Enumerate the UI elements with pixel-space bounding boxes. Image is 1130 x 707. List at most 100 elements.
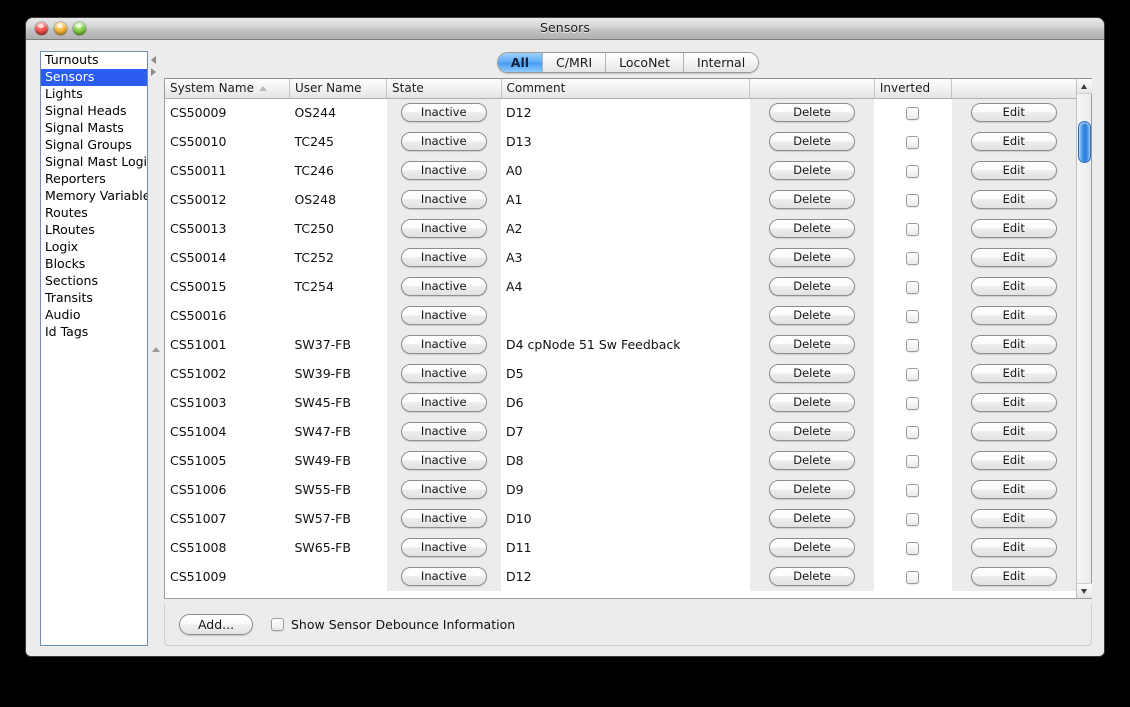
sidebar-item-id-tags[interactable]: Id Tags (41, 324, 147, 341)
state-button[interactable]: Inactive (401, 103, 487, 122)
inverted-checkbox[interactable] (906, 542, 919, 555)
state-button[interactable]: Inactive (401, 422, 487, 441)
state-button[interactable]: Inactive (401, 567, 487, 586)
table-row[interactable]: CS51001SW37-FBInactiveD4 cpNode 51 Sw Fe… (165, 330, 1076, 359)
scroll-up-arrow-icon[interactable] (1077, 79, 1092, 94)
sidebar-item-signal-mast-logic[interactable]: Signal Mast Logic (41, 154, 147, 171)
delete-button[interactable]: Delete (769, 538, 855, 557)
collapse-left-icon[interactable] (151, 56, 156, 64)
table-row[interactable]: CS51005SW49-FBInactiveD8DeleteEdit (165, 446, 1076, 475)
inverted-checkbox[interactable] (906, 571, 919, 584)
expand-right-icon[interactable] (151, 68, 156, 76)
edit-button[interactable]: Edit (971, 219, 1057, 238)
table-row[interactable]: CS50014TC252InactiveA3DeleteEdit (165, 243, 1076, 272)
sidebar-item-sections[interactable]: Sections (41, 273, 147, 290)
delete-button[interactable]: Delete (769, 480, 855, 499)
state-button[interactable]: Inactive (401, 451, 487, 470)
inverted-checkbox[interactable] (906, 397, 919, 410)
state-button[interactable]: Inactive (401, 364, 487, 383)
state-button[interactable]: Inactive (401, 393, 487, 412)
state-button[interactable]: Inactive (401, 219, 487, 238)
table-row[interactable]: CS50009OS244InactiveD12DeleteEdit (165, 98, 1076, 127)
sidebar-item-memory-variables[interactable]: Memory Variables (41, 188, 147, 205)
inverted-checkbox[interactable] (906, 165, 919, 178)
tab-loconet[interactable]: LocoNet (606, 53, 684, 72)
table-row[interactable]: CS51003SW45-FBInactiveD6DeleteEdit (165, 388, 1076, 417)
inverted-checkbox[interactable] (906, 484, 919, 497)
inverted-checkbox[interactable] (906, 281, 919, 294)
table-row[interactable]: CS50016InactiveDeleteEdit (165, 301, 1076, 330)
sidebar-list[interactable]: TurnoutsSensorsLightsSignal HeadsSignal … (40, 51, 148, 646)
minimize-button[interactable] (54, 22, 67, 35)
window-titlebar[interactable]: Sensors (26, 18, 1104, 40)
inverted-checkbox[interactable] (906, 223, 919, 236)
table-row[interactable]: CS51009InactiveD12DeleteEdit (165, 562, 1076, 591)
delete-button[interactable]: Delete (769, 509, 855, 528)
delete-button[interactable]: Delete (769, 277, 855, 296)
inverted-checkbox[interactable] (906, 310, 919, 323)
table-row[interactable]: CS50015TC254InactiveA4DeleteEdit (165, 272, 1076, 301)
delete-button[interactable]: Delete (769, 335, 855, 354)
state-button[interactable]: Inactive (401, 161, 487, 180)
edit-button[interactable]: Edit (971, 132, 1057, 151)
inverted-checkbox[interactable] (906, 339, 919, 352)
sidebar-item-routes[interactable]: Routes (41, 205, 147, 222)
sidebar-item-turnouts[interactable]: Turnouts (41, 52, 147, 69)
close-button[interactable] (35, 22, 48, 35)
table-row[interactable]: CS50010TC245InactiveD13DeleteEdit (165, 127, 1076, 156)
inverted-checkbox[interactable] (906, 426, 919, 439)
sidebar-item-lights[interactable]: Lights (41, 86, 147, 103)
scrollbar-thumb[interactable] (1078, 121, 1091, 163)
table-row[interactable]: CS51007SW57-FBInactiveD10DeleteEdit (165, 504, 1076, 533)
edit-button[interactable]: Edit (971, 538, 1057, 557)
delete-button[interactable]: Delete (769, 161, 855, 180)
delete-button[interactable]: Delete (769, 103, 855, 122)
tab-all[interactable]: All (498, 53, 543, 72)
scroll-down-arrow-icon[interactable] (1077, 583, 1092, 598)
sidebar-item-logix[interactable]: Logix (41, 239, 147, 256)
inverted-checkbox[interactable] (906, 252, 919, 265)
column-header-system_name[interactable]: System Name (165, 79, 289, 98)
edit-button[interactable]: Edit (971, 393, 1057, 412)
delete-button[interactable]: Delete (769, 364, 855, 383)
table-row[interactable]: CS50012OS248InactiveA1DeleteEdit (165, 185, 1076, 214)
table-row[interactable]: CS51004SW47-FBInactiveD7DeleteEdit (165, 417, 1076, 446)
delete-button[interactable]: Delete (769, 567, 855, 586)
tab-c-mri[interactable]: C/MRI (543, 53, 606, 72)
inverted-checkbox[interactable] (906, 194, 919, 207)
sidebar-item-audio[interactable]: Audio (41, 307, 147, 324)
edit-button[interactable]: Edit (971, 248, 1057, 267)
vertical-scrollbar[interactable] (1076, 79, 1091, 598)
delete-button[interactable]: Delete (769, 190, 855, 209)
sidebar-item-lroutes[interactable]: LRoutes (41, 222, 147, 239)
add-button[interactable]: Add... (179, 614, 253, 635)
tab-internal[interactable]: Internal (684, 53, 758, 72)
state-button[interactable]: Inactive (401, 509, 487, 528)
sidebar-item-signal-heads[interactable]: Signal Heads (41, 103, 147, 120)
inverted-checkbox[interactable] (906, 368, 919, 381)
sidebar-item-signal-masts[interactable]: Signal Masts (41, 120, 147, 137)
edit-button[interactable]: Edit (971, 509, 1057, 528)
sidebar-item-signal-groups[interactable]: Signal Groups (41, 137, 147, 154)
sidebar-item-sensors[interactable]: Sensors (41, 69, 147, 86)
edit-button[interactable]: Edit (971, 364, 1057, 383)
show-debounce-row[interactable]: Show Sensor Debounce Information (271, 617, 515, 632)
split-pane-divider[interactable] (148, 51, 164, 646)
table-row[interactable]: CS51006SW55-FBInactiveD9DeleteEdit (165, 475, 1076, 504)
table-row[interactable]: CS50013TC250InactiveA2DeleteEdit (165, 214, 1076, 243)
state-button[interactable]: Inactive (401, 480, 487, 499)
column-header-comment[interactable]: Comment (501, 79, 750, 98)
edit-button[interactable]: Edit (971, 277, 1057, 296)
column-header-user_name[interactable]: User Name (289, 79, 386, 98)
delete-button[interactable]: Delete (769, 248, 855, 267)
column-header-state[interactable]: State (387, 79, 501, 98)
state-button[interactable]: Inactive (401, 277, 487, 296)
edit-button[interactable]: Edit (971, 190, 1057, 209)
sidebar-item-blocks[interactable]: Blocks (41, 256, 147, 273)
delete-button[interactable]: Delete (769, 422, 855, 441)
edit-button[interactable]: Edit (971, 335, 1057, 354)
state-button[interactable]: Inactive (401, 190, 487, 209)
delete-button[interactable]: Delete (769, 306, 855, 325)
zoom-button[interactable] (73, 22, 86, 35)
inverted-checkbox[interactable] (906, 107, 919, 120)
